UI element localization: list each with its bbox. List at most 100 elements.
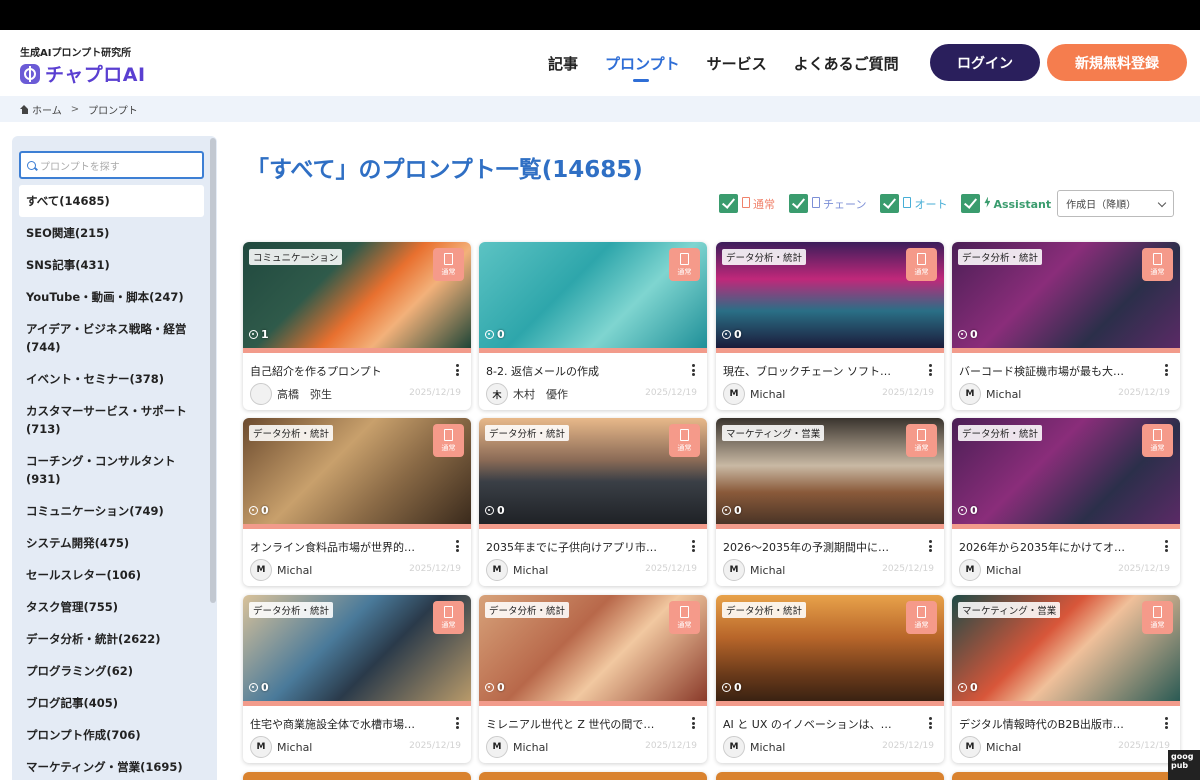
prompt-card-partial[interactable]	[716, 772, 944, 780]
login-button[interactable]: ログイン	[930, 44, 1040, 81]
prompt-card[interactable]: データ分析・統計 通常 0 バーコード検証機市場が最も大きな… M Michal 2025/…	[952, 242, 1180, 410]
sidebar-category-item[interactable]: アイデア・ビジネス戦略・経営(744)	[19, 313, 204, 363]
card-title[interactable]: デジタル情報時代のB2B出版市場は…	[952, 706, 1152, 732]
prompt-card[interactable]: コミュニケーション 通常 1 自己紹介を作るプロンプト 高橋 弥生 2025/12/19	[243, 242, 471, 410]
card-thumbnail[interactable]: データ分析・統計 通常 0	[716, 242, 944, 348]
checkbox-checked-icon[interactable]	[880, 194, 900, 213]
card-title[interactable]: 2035年までに子供向けアプリ市場…	[479, 529, 679, 555]
card-title[interactable]: 2026年から2035年にかけてオンラ…	[952, 529, 1152, 555]
ad-badge[interactable]: goog pub	[1168, 750, 1200, 780]
card-thumbnail[interactable]: データ分析・統計 通常 0	[243, 595, 471, 701]
sidebar-category-item[interactable]: SEO関連(215)	[19, 217, 204, 249]
more-menu-icon[interactable]	[929, 364, 932, 376]
author-name[interactable]: 高橋 弥生	[277, 386, 332, 402]
breadcrumb-home[interactable]: ホーム	[32, 102, 62, 117]
more-menu-icon[interactable]	[456, 540, 459, 552]
sidebar-category-item[interactable]: システム開発(475)	[19, 527, 204, 559]
avatar[interactable]: M	[250, 559, 272, 581]
prompt-card[interactable]: データ分析・統計 通常 0 AI と UX のイノベーションは、ユー… M Michal 2…	[716, 595, 944, 763]
avatar[interactable]: M	[723, 383, 745, 405]
nav-services[interactable]: サービス	[707, 53, 767, 74]
card-thumbnail[interactable]: マーケティング・営業 通常 0	[952, 595, 1180, 701]
author-name[interactable]: Michal	[750, 388, 785, 401]
sidebar-category-item[interactable]: データ分析・統計(2622)	[19, 623, 204, 655]
sidebar-category-item[interactable]: マーケティング・営業(1695)	[19, 751, 204, 780]
more-menu-icon[interactable]	[692, 717, 695, 729]
avatar[interactable]: M	[723, 559, 745, 581]
sidebar-category-item[interactable]: プログラミング(62)	[19, 655, 204, 687]
more-menu-icon[interactable]	[1165, 540, 1168, 552]
card-thumbnail[interactable]: データ分析・統計 通常 0	[479, 418, 707, 524]
sidebar-category-item[interactable]: カスタマーサービス・サポート(713)	[19, 395, 204, 445]
author-name[interactable]: Michal	[986, 741, 1021, 754]
prompt-card[interactable]: データ分析・統計 通常 0 住宅や商業施設全体で水槽市場が急… M Michal 2025/…	[243, 595, 471, 763]
prompt-card-partial[interactable]	[952, 772, 1180, 780]
author-name[interactable]: Michal	[986, 564, 1021, 577]
prompt-card[interactable]: データ分析・統計 通常 0 2035年までに子供向けアプリ市場… M Michal 2025…	[479, 418, 707, 586]
card-title[interactable]: 自己紹介を作るプロンプト	[243, 353, 443, 379]
prompt-card[interactable]: データ分析・統計 通常 0 オンライン食料品市場が世界的に日… M Michal 2025/…	[243, 418, 471, 586]
filter-assistant[interactable]: Assistant	[961, 194, 1051, 213]
author-name[interactable]: 木村 優作	[513, 386, 568, 402]
prompt-card-partial[interactable]	[479, 772, 707, 780]
card-title[interactable]: 8-2. 返信メールの作成	[479, 353, 679, 379]
card-thumbnail[interactable]: 通常 0	[479, 242, 707, 348]
more-menu-icon[interactable]	[692, 540, 695, 552]
avatar[interactable]: 木	[486, 383, 508, 405]
sort-select[interactable]: 作成日（降順）	[1057, 190, 1175, 217]
card-thumbnail[interactable]: データ分析・統計 通常 0	[243, 418, 471, 524]
author-name[interactable]: Michal	[277, 564, 312, 577]
author-name[interactable]: Michal	[750, 564, 785, 577]
filter-normal[interactable]: 通常	[719, 194, 775, 213]
card-thumbnail[interactable]: データ分析・統計 通常 0	[716, 595, 944, 701]
more-menu-icon[interactable]	[692, 364, 695, 376]
avatar[interactable]: M	[250, 736, 272, 758]
sidebar-category-item[interactable]: ブログ記事(405)	[19, 687, 204, 719]
avatar[interactable]: M	[486, 559, 508, 581]
card-title[interactable]: オンライン食料品市場が世界的に日…	[243, 529, 443, 555]
sidebar-category-item[interactable]: タスク管理(755)	[19, 591, 204, 623]
avatar[interactable]: M	[723, 736, 745, 758]
card-title[interactable]: ミレニアル世代と Z 世代の間でキャ…	[479, 706, 679, 732]
author-name[interactable]: Michal	[986, 388, 1021, 401]
filter-auto[interactable]: オート	[880, 194, 947, 213]
sidebar-category-item[interactable]: YouTube・動画・脚本(247)	[19, 281, 204, 313]
card-title[interactable]: 現在、ブロックチェーン ソフトウェ…	[716, 353, 916, 379]
card-title[interactable]: AI と UX のイノベーションは、ユー…	[716, 706, 916, 732]
card-title[interactable]: バーコード検証機市場が最も大きな…	[952, 353, 1152, 379]
prompt-card[interactable]: データ分析・統計 通常 0 2026年から2035年にかけてオンラ… M Michal 20…	[952, 418, 1180, 586]
more-menu-icon[interactable]	[1165, 717, 1168, 729]
avatar[interactable]: M	[486, 736, 508, 758]
sidebar-category-item[interactable]: すべて(14685)	[19, 185, 204, 217]
nav-prompts[interactable]: プロンプト	[605, 53, 680, 82]
sidebar-category-item[interactable]: セールスレター(106)	[19, 559, 204, 591]
card-thumbnail[interactable]: コミュニケーション 通常 1	[243, 242, 471, 348]
sidebar-category-item[interactable]: プロンプト作成(706)	[19, 719, 204, 751]
author-name[interactable]: Michal	[513, 741, 548, 754]
sidebar-category-item[interactable]: コミュニケーション(749)	[19, 495, 204, 527]
prompt-card[interactable]: データ分析・統計 通常 0 ミレニアル世代と Z 世代の間でキャ… M Michal 202…	[479, 595, 707, 763]
site-logo[interactable]: 生成AIプロンプト研究所 チャプロAI	[20, 44, 146, 87]
sidebar-scrollbar[interactable]	[210, 138, 216, 603]
more-menu-icon[interactable]	[929, 540, 932, 552]
author-name[interactable]: Michal	[277, 741, 312, 754]
nav-articles[interactable]: 記事	[548, 53, 578, 74]
card-title[interactable]: 住宅や商業施設全体で水槽市場が急…	[243, 706, 443, 732]
author-name[interactable]: Michal	[513, 564, 548, 577]
nav-faq[interactable]: よくあるご質問	[794, 53, 899, 74]
prompt-card[interactable]: データ分析・統計 通常 0 現在、ブロックチェーン ソフトウェ… M Michal 2025…	[716, 242, 944, 410]
avatar[interactable]: M	[959, 383, 981, 405]
checkbox-checked-icon[interactable]	[961, 194, 981, 213]
avatar[interactable]: M	[959, 559, 981, 581]
prompt-card[interactable]: マーケティング・営業 通常 0 2026〜2035年の予測期間中に高級… M Michal…	[716, 418, 944, 586]
sidebar-category-item[interactable]: イベント・セミナー(378)	[19, 363, 204, 395]
more-menu-icon[interactable]	[456, 364, 459, 376]
card-title[interactable]: 2026〜2035年の予測期間中に高級…	[716, 529, 916, 555]
prompt-search-input[interactable]: プロンプトを探す	[19, 151, 204, 179]
checkbox-checked-icon[interactable]	[719, 194, 738, 213]
avatar[interactable]	[250, 383, 272, 405]
prompt-card[interactable]: 通常 0 8-2. 返信メールの作成木木村 優作 2025/12/19	[479, 242, 707, 410]
card-thumbnail[interactable]: マーケティング・営業 通常 0	[716, 418, 944, 524]
checkbox-checked-icon[interactable]	[789, 194, 808, 213]
card-thumbnail[interactable]: データ分析・統計 通常 0	[952, 242, 1180, 348]
